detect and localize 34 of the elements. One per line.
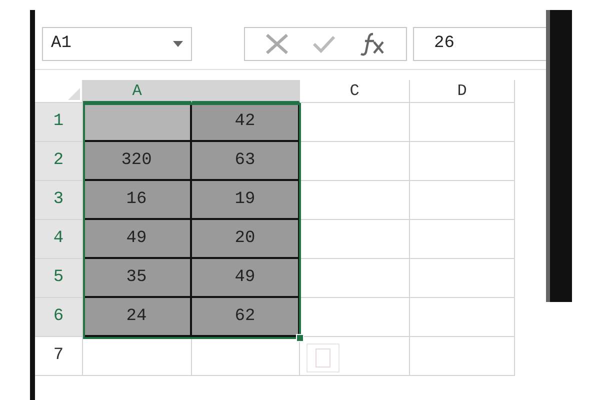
row-header[interactable]: 2 (35, 142, 83, 181)
cancel-icon[interactable] (264, 32, 288, 54)
column-header[interactable]: D (410, 80, 515, 103)
table-cell[interactable]: 320 (83, 142, 192, 181)
name-box[interactable]: A1 (42, 26, 192, 60)
table-cell[interactable]: 19 (192, 181, 300, 220)
table-cell[interactable]: 42 (192, 103, 300, 142)
table-cell[interactable]: 49 (83, 220, 192, 259)
cell-reference: A1 (51, 32, 72, 55)
checkmark-icon[interactable] (312, 34, 336, 54)
table-cell[interactable]: 63 (192, 142, 300, 181)
fill-handle[interactable] (296, 334, 304, 342)
formula-field[interactable]: 26 (413, 26, 546, 60)
column-header[interactable]: A (83, 80, 192, 103)
formula-value: 26 (434, 32, 454, 55)
row-header[interactable]: 5 (35, 259, 83, 298)
select-all-corner[interactable] (35, 80, 83, 103)
column-header[interactable] (192, 80, 300, 103)
table-cell[interactable]: 49 (192, 259, 300, 298)
row-header[interactable]: 3 (35, 181, 83, 220)
table-cell[interactable]: 35 (83, 259, 192, 298)
column-header[interactable]: C (300, 80, 410, 103)
dropdown-icon[interactable] (173, 40, 183, 46)
table-cell[interactable]: 62 (192, 298, 300, 337)
table-cell[interactable] (83, 103, 192, 142)
row-header[interactable]: 4 (35, 220, 83, 259)
row-header[interactable]: 7 (35, 337, 83, 376)
function-icon[interactable] (358, 32, 386, 56)
row-header[interactable]: 1 (35, 103, 83, 142)
row-header[interactable]: 6 (35, 298, 83, 337)
table-cell[interactable]: 24 (83, 298, 192, 337)
corner-triangle-icon[interactable] (68, 88, 80, 100)
table-cell[interactable]: 20 (192, 220, 300, 259)
table-cell[interactable]: 16 (83, 181, 192, 220)
